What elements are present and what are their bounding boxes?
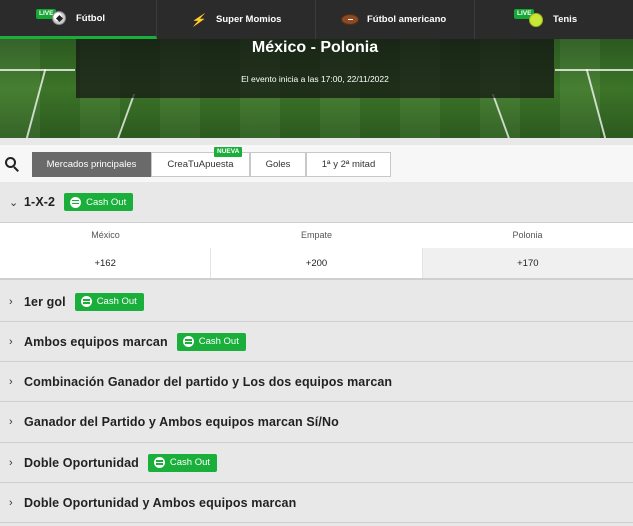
tab-mercados-principales[interactable]: Mercados principales [32, 152, 151, 177]
event-title: México - Polonia [251, 39, 379, 56]
market-title: Doble Oportunidad y Ambos equipos marcan [24, 495, 297, 510]
chevron-right-icon: › [9, 375, 13, 388]
pitch-line [25, 69, 47, 138]
chevron-right-icon: › [9, 496, 13, 509]
outcome-header: México [91, 230, 120, 240]
odd-button-empate[interactable]: +200 [211, 248, 423, 278]
outcome-header: Empate [300, 230, 333, 240]
market-ambos-equipos-marcan[interactable]: › Ambos equipos marcan Cash Out [0, 322, 633, 362]
chevron-right-icon: › [9, 295, 13, 308]
cash-out-icon [80, 296, 92, 307]
market-1er-gol[interactable]: › 1er gol Cash Out [0, 282, 633, 322]
cash-out-icon [153, 457, 165, 468]
sports-nav: LIVE Fútbol ⚡ Super Momios Fútbol americ… [0, 0, 633, 39]
tab-label: Fútbol americano [367, 14, 447, 25]
odd-button-polonia[interactable]: +170 [422, 248, 633, 278]
tab-goles[interactable]: Goles [250, 152, 306, 177]
pitch-line [585, 69, 607, 138]
tab-label: Tenis [553, 14, 578, 25]
pitch-line [555, 69, 633, 71]
tennis-ball-icon [527, 11, 545, 29]
market-tabs: Mercados principales CreaTuApuesta Goles… [0, 145, 633, 182]
market-title: Ganador del Partido y Ambos equipos marc… [24, 415, 339, 429]
market-title: Combinación Ganador del partido y Los do… [24, 374, 393, 389]
search-icon[interactable] [5, 157, 20, 172]
event-info: México - Polonia El evento inicia a las … [76, 39, 554, 98]
market-title: Ambos equipos marcan [24, 334, 168, 349]
tab-tenis[interactable]: LIVE Tenis [475, 0, 633, 39]
tab-futbol-americano[interactable]: Fútbol americano [316, 0, 475, 39]
cash-out-label: Cash Out [169, 457, 211, 468]
pitch-line [0, 69, 75, 71]
tab-label: Super Momios [216, 14, 282, 25]
cash-out-icon [182, 336, 194, 347]
event-banner: México - Polonia El evento inicia a las … [0, 39, 633, 138]
tab-label: Fútbol [76, 12, 106, 24]
chevron-right-icon: › [9, 335, 13, 348]
market-1x2[interactable]: ⌄ 1-X-2 Cash Out [0, 182, 633, 223]
outcome-headers: México Empate Polonia [0, 223, 633, 248]
pitch-line [491, 94, 511, 138]
market-combinacion-ganador[interactable]: › Combinación Ganador del partido y Los … [0, 362, 633, 402]
tab-futbol[interactable]: LIVE Fútbol [0, 0, 157, 39]
market-title: Doble Oportunidad [24, 455, 139, 470]
american-football-icon [341, 11, 359, 29]
cash-out-badge: Cash Out [64, 193, 134, 211]
pitch-line [116, 94, 136, 138]
market-ganador-ambos-marcan[interactable]: › Ganador del Partido y Ambos equipos ma… [0, 402, 633, 443]
cash-out-badge: Cash Out [74, 292, 144, 311]
odds-row: +162 +200 +170 [0, 248, 633, 280]
cash-out-icon [70, 196, 82, 208]
cash-out-badge: Cash Out [176, 332, 246, 351]
event-start-time: El evento inicia a las 17:00, 22/11/2022 [241, 74, 389, 84]
market-doble-oportunidad[interactable]: › Doble Oportunidad Cash Out [0, 443, 633, 483]
odd-button-mexico[interactable]: +162 [0, 248, 212, 278]
chevron-right-icon: › [9, 416, 13, 428]
chevron-right-icon: › [9, 456, 13, 469]
new-badge: NUEVA [214, 147, 243, 157]
soccer-ball-icon [50, 9, 68, 27]
outcome-header: Polonia [512, 230, 543, 240]
tab-super-momios[interactable]: ⚡ Super Momios [157, 0, 316, 39]
cash-out-badge: Cash Out [147, 453, 218, 472]
market-doble-oportunidad-ambos[interactable]: › Doble Oportunidad y Ambos equipos marc… [0, 483, 633, 523]
cash-out-label: Cash Out [96, 296, 137, 307]
market-title: 1-X-2 [24, 195, 56, 209]
cash-out-label: Cash Out [198, 336, 239, 347]
tab-primera-segunda-mitad[interactable]: 1ª y 2ª mitad [306, 152, 391, 177]
super-momios-icon: ⚡ [189, 12, 209, 27]
chevron-down-icon: ⌄ [9, 196, 19, 209]
market-title: 1er gol [24, 294, 66, 309]
cash-out-label: Cash Out [86, 196, 127, 208]
